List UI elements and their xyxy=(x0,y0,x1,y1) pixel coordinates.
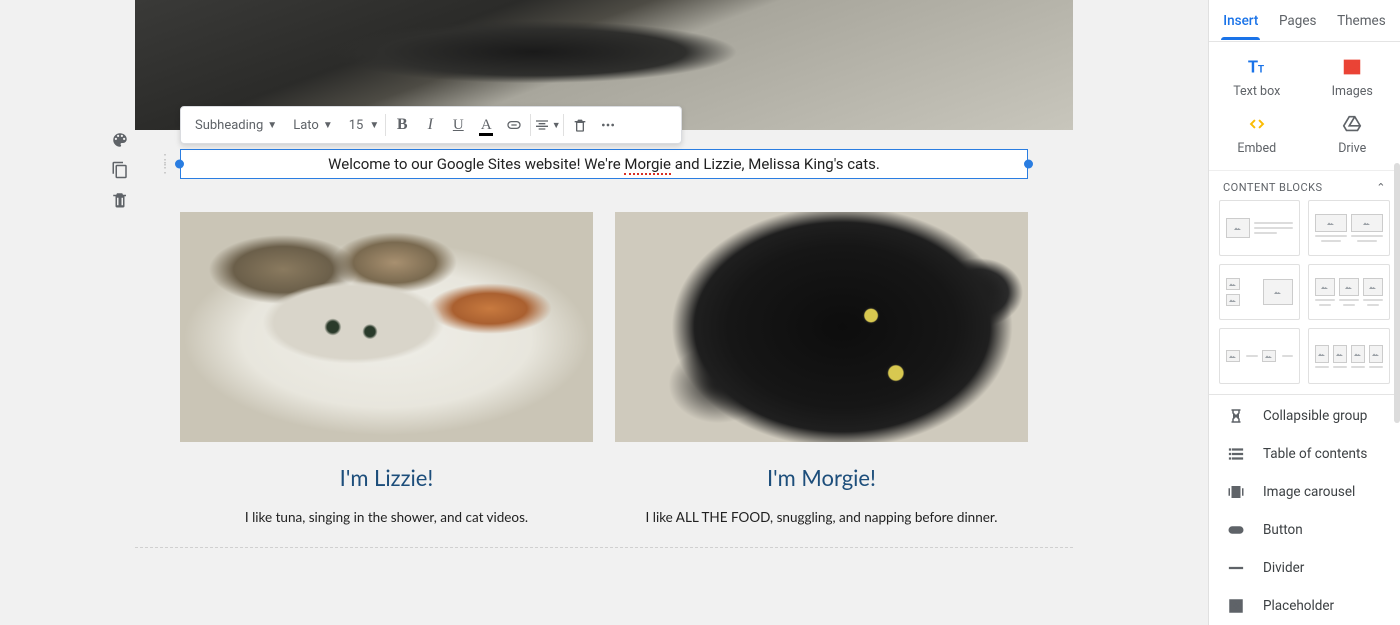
text-color-button[interactable]: A xyxy=(472,111,500,139)
align-button[interactable]: ▼ xyxy=(533,111,561,139)
layout-thumb-5[interactable] xyxy=(1219,328,1300,384)
insert-collapsible-group[interactable]: Collapsible group xyxy=(1209,397,1400,435)
images-icon xyxy=(1341,56,1363,78)
insert-images[interactable]: Images xyxy=(1305,52,1400,103)
font-size-value: 15 xyxy=(349,118,364,133)
text-format-toolbar: Subheading ▼ Lato ▼ 15 ▼ B I U A ▼ xyxy=(180,106,682,144)
svg-text:T: T xyxy=(1258,65,1265,76)
remove-element-button[interactable] xyxy=(566,111,594,139)
sidebar-tabs: Insert Pages Themes xyxy=(1209,0,1400,42)
insert-embed-label: Embed xyxy=(1237,141,1276,156)
resize-handle-right[interactable] xyxy=(1024,160,1033,169)
lizzie-title[interactable]: I'm Lizzie! xyxy=(180,464,593,491)
divider-icon xyxy=(1227,559,1245,577)
morgie-description[interactable]: I like ALL THE FOOD, snuggling, and napp… xyxy=(615,509,1028,525)
welcome-text[interactable]: Welcome to our Google Sites website! We'… xyxy=(328,155,880,173)
tab-insert[interactable]: Insert xyxy=(1219,3,1262,39)
palette-icon[interactable] xyxy=(110,130,130,150)
layout-thumb-6[interactable] xyxy=(1308,328,1390,384)
insert-divider[interactable]: Divider xyxy=(1209,549,1400,587)
text-style-value: Subheading xyxy=(195,118,263,133)
section-divider xyxy=(135,547,1073,548)
toc-label: Table of contents xyxy=(1263,446,1367,462)
italic-button[interactable]: I xyxy=(416,111,444,139)
text-box-icon: TT xyxy=(1246,56,1268,78)
font-family-select[interactable]: Lato ▼ xyxy=(285,112,341,138)
insert-list: Collapsible group Table of contents Imag… xyxy=(1209,394,1400,625)
element-side-tools xyxy=(108,130,132,210)
resize-handle-left[interactable] xyxy=(175,160,184,169)
font-family-value: Lato xyxy=(293,118,319,133)
insert-text-box[interactable]: TT Text box xyxy=(1209,52,1305,103)
welcome-text-pre: Welcome to our Google Sites website! We'… xyxy=(328,155,624,173)
insert-drive[interactable]: Drive xyxy=(1305,109,1400,160)
delete-icon[interactable] xyxy=(110,190,130,210)
insert-image-carousel[interactable]: Image carousel xyxy=(1209,473,1400,511)
insert-toc[interactable]: Table of contents xyxy=(1209,435,1400,473)
insert-images-label: Images xyxy=(1332,84,1373,99)
drive-icon xyxy=(1341,113,1363,135)
divider-label: Divider xyxy=(1263,560,1304,576)
drag-handle-icon[interactable]: ⋮⋮⋮⋮ xyxy=(158,156,168,172)
underline-button[interactable]: U xyxy=(444,111,472,139)
toolbar-separator xyxy=(385,114,386,136)
sidebar-scrollbar[interactable] xyxy=(1394,163,1400,423)
collapsible-icon xyxy=(1227,407,1245,425)
button-icon xyxy=(1227,521,1245,539)
layout-thumb-2[interactable] xyxy=(1308,200,1390,256)
embed-icon xyxy=(1246,113,1268,135)
chevron-up-icon: ⌃ xyxy=(1376,181,1386,194)
insert-embed[interactable]: Embed xyxy=(1209,109,1305,160)
carousel-icon xyxy=(1227,483,1245,501)
layout-templates-grid xyxy=(1209,200,1400,394)
insert-button[interactable]: Button xyxy=(1209,511,1400,549)
lizzie-description[interactable]: I like tuna, singing in the shower, and … xyxy=(180,509,593,525)
column-lizzie[interactable]: I'm Lizzie! I like tuna, singing in the … xyxy=(180,212,593,525)
layout-thumb-3[interactable] xyxy=(1219,264,1300,320)
more-options-button[interactable] xyxy=(594,111,622,139)
toc-icon xyxy=(1227,445,1245,463)
right-sidebar: Insert Pages Themes TT Text box Images E… xyxy=(1208,0,1400,625)
morgie-title[interactable]: I'm Morgie! xyxy=(615,464,1028,491)
insert-quick-grid: TT Text box Images Embed Drive xyxy=(1209,42,1400,170)
editor-canvas-area: Subheading ▼ Lato ▼ 15 ▼ B I U A ▼ xyxy=(0,0,1208,625)
tab-pages[interactable]: Pages xyxy=(1275,3,1321,39)
morgie-image[interactable] xyxy=(615,212,1028,442)
two-column-section: I'm Lizzie! I like tuna, singing in the … xyxy=(180,212,1028,525)
font-size-select[interactable]: 15 ▼ xyxy=(341,112,384,138)
button-label: Button xyxy=(1263,522,1303,538)
insert-text-box-label: Text box xyxy=(1233,84,1280,99)
placeholder-label: Placeholder xyxy=(1263,598,1334,614)
selected-text-block[interactable]: ⋮⋮⋮⋮ Welcome to our Google Sites website… xyxy=(180,149,1028,179)
toolbar-separator xyxy=(530,114,531,136)
layout-thumb-4[interactable] xyxy=(1308,264,1390,320)
bold-button[interactable]: B xyxy=(388,111,416,139)
tab-themes[interactable]: Themes xyxy=(1333,3,1390,39)
welcome-text-spellflag: Morgie xyxy=(624,155,671,175)
svg-text:T: T xyxy=(1248,59,1258,78)
placeholder-icon xyxy=(1227,597,1245,615)
column-morgie[interactable]: I'm Morgie! I like ALL THE FOOD, snuggli… xyxy=(615,212,1028,525)
layout-thumb-1[interactable] xyxy=(1219,200,1300,256)
lizzie-image[interactable] xyxy=(180,212,593,442)
toolbar-separator xyxy=(563,114,564,136)
content-blocks-label: CONTENT BLOCKS xyxy=(1223,181,1323,194)
insert-placeholder[interactable]: Placeholder xyxy=(1209,587,1400,625)
collapsible-label: Collapsible group xyxy=(1263,408,1367,424)
welcome-text-post: and Lizzie, Melissa King's cats. xyxy=(671,155,880,173)
insert-link-button[interactable] xyxy=(500,111,528,139)
duplicate-icon[interactable] xyxy=(110,160,130,180)
carousel-label: Image carousel xyxy=(1263,484,1355,500)
content-blocks-header[interactable]: CONTENT BLOCKS ⌃ xyxy=(1209,170,1400,200)
text-style-select[interactable]: Subheading ▼ xyxy=(187,112,285,138)
insert-drive-label: Drive xyxy=(1338,141,1366,156)
